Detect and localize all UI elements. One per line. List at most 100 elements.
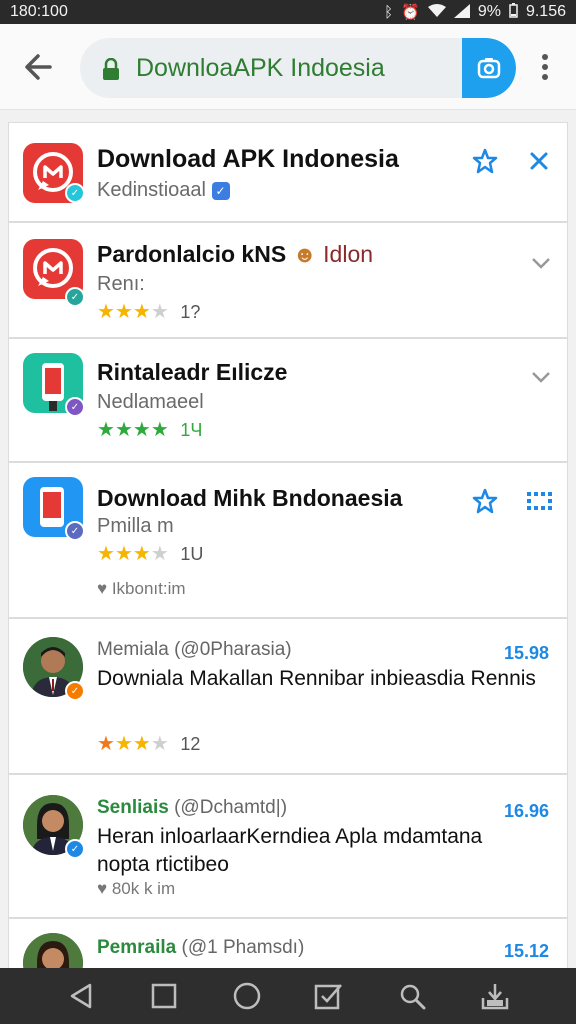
chevron-down-icon xyxy=(532,372,550,383)
avatar xyxy=(23,933,83,968)
meta-text: Ikbonıt:im xyxy=(111,579,186,598)
verified-badge-icon: ✓ xyxy=(65,681,85,701)
lock-icon xyxy=(103,58,119,80)
chevron-down-icon xyxy=(532,258,550,269)
expand-button[interactable] xyxy=(525,247,557,279)
star-icon: ★ xyxy=(97,301,115,323)
star-icon: ★ xyxy=(114,733,133,755)
back-nav-button[interactable] xyxy=(61,976,101,1016)
status-time: 180:100 xyxy=(10,3,68,20)
star-icon: ★ xyxy=(97,733,115,755)
home-nav-button[interactable] xyxy=(227,976,267,1016)
app-developer: Kedinstioaal ✓ xyxy=(97,179,230,202)
post-text: Downiala Makallan Rennibar inbieasdia Re… xyxy=(97,667,536,690)
rating-count: 1U xyxy=(180,544,204,564)
grid-dots-icon xyxy=(527,492,552,510)
star-icon: ★ xyxy=(150,419,169,441)
star-icon: ★ xyxy=(114,543,133,565)
author-handle: (@1 Phamsdı) xyxy=(181,937,305,958)
app-title-extra: Idlon xyxy=(323,241,374,267)
camera-search-button[interactable] xyxy=(462,38,516,98)
circle-home-icon xyxy=(233,982,260,1010)
favorite-button[interactable] xyxy=(469,485,501,517)
heart-icon: ♥ xyxy=(97,879,108,898)
developer-name: Kedinstioaal xyxy=(97,179,206,201)
download-nav-button[interactable] xyxy=(475,976,515,1016)
wifi-icon xyxy=(427,3,446,21)
post-author: Senliais (@Dchamtd|) xyxy=(97,797,287,819)
alarm-icon: ⏰ xyxy=(401,3,420,21)
more-dot-icon xyxy=(542,64,548,70)
download-tray-icon xyxy=(481,984,508,1010)
search-nav-button[interactable] xyxy=(392,976,432,1016)
top-bar: DownloaAPK Indoesia xyxy=(0,24,576,110)
check-square-icon xyxy=(315,984,343,1010)
navigation-bar xyxy=(0,968,576,1024)
rating-stars: ★★★★ 1U xyxy=(97,541,203,566)
star-icon: ★ xyxy=(150,543,169,565)
post-text: Heran inloarlaarKerndiea Apla mdamtana n… xyxy=(97,825,483,876)
verified-badge-icon: ✓ xyxy=(65,839,85,859)
star-icon: ★ xyxy=(132,419,151,441)
rating-count: 12 xyxy=(180,734,201,754)
rating-stars: ★★★★ 1Ч xyxy=(97,417,202,442)
post-author: Pemraila (@1 Phamsdı) xyxy=(97,937,304,959)
app-meta: ♥ Ikbonıt:im xyxy=(97,579,186,599)
post-price: 16.96 xyxy=(503,801,549,821)
star-icon xyxy=(472,148,498,174)
close-button[interactable] xyxy=(523,145,555,177)
author-handle: (@Dchamtd|) xyxy=(174,797,288,818)
post-card[interactable]: Pemraila (@1 Phamsdı) 15.12 xyxy=(8,918,568,968)
app-card[interactable]: ✓ Rintaleadr Eılicze Nedlamaeel ★★★★ 1Ч xyxy=(8,338,568,462)
post-price: 15.98 xyxy=(503,643,549,663)
post-price: 15.12 xyxy=(503,941,549,961)
meta-text: 80k k im xyxy=(111,879,176,898)
author-name: Pemraila xyxy=(97,937,177,958)
close-icon xyxy=(530,152,548,170)
search-input[interactable]: DownloaAPK Indoesia xyxy=(80,38,516,98)
search-icon xyxy=(400,984,426,1010)
emoji-icon: ☻ xyxy=(292,241,317,267)
search-text: DownloaAPK Indoesia xyxy=(136,54,385,82)
post-meta: ♥ 80k k im xyxy=(97,879,175,899)
expand-button[interactable] xyxy=(525,361,557,393)
star-icon: ★ xyxy=(150,301,169,323)
arrow-left-icon xyxy=(25,54,52,80)
battery-icon xyxy=(509,3,518,21)
app-developer: Nedlamaeel xyxy=(97,391,204,413)
star-icon: ★ xyxy=(97,543,115,565)
app-card[interactable]: ✓ Download APK Indonesia Kedinstioaal ✓ xyxy=(8,122,568,222)
more-options-button[interactable] xyxy=(530,50,560,84)
grid-button[interactable] xyxy=(523,485,555,517)
post-card[interactable]: ✓ Memiala (@0Pharasia) 15.98 Downiala Ma… xyxy=(8,618,568,774)
battery-percent: 9% xyxy=(477,3,501,20)
app-title: Download APK Indonesia xyxy=(97,145,399,173)
app-card[interactable]: ✓ Pardonlalcio kNS ☻ Idlon Renı: ★★★★ 1? xyxy=(8,222,568,338)
rating-stars: ★★★★ 12 xyxy=(97,731,200,756)
app-card[interactable]: ✓ Download Mihk Bndonaesia Pmilla m ★★★★… xyxy=(8,462,568,618)
recents-nav-button[interactable] xyxy=(144,976,184,1016)
status-clock: 9.156 xyxy=(525,3,566,20)
star-icon: ★ xyxy=(114,419,133,441)
author-name: Senliais xyxy=(97,797,169,818)
more-dot-icon xyxy=(542,74,548,80)
star-icon: ★ xyxy=(97,419,115,441)
app-title: Download Mihk Bndonaesia xyxy=(97,485,403,511)
camera-icon xyxy=(477,58,501,79)
back-button[interactable] xyxy=(20,48,58,86)
status-bar: 180:100 ᛒ ⏰ 9% 9.156 xyxy=(0,0,576,24)
app-developer: Renı: xyxy=(97,273,145,295)
checkbox-nav-button[interactable] xyxy=(309,976,349,1016)
more-dot-icon xyxy=(542,54,548,60)
star-icon: ★ xyxy=(132,733,151,755)
star-icon: ★ xyxy=(132,543,151,565)
app-title: Rintaleadr Eılicze xyxy=(97,359,288,385)
bluetooth-icon: ᛒ xyxy=(384,3,394,21)
app-title-text: Pardonlalcio kNS xyxy=(97,241,287,267)
post-card[interactable]: ✓ Senliais (@Dchamtd|) 16.96 Heran inloa… xyxy=(8,774,568,918)
favorite-button[interactable] xyxy=(469,145,501,177)
star-icon: ★ xyxy=(150,733,169,755)
status-icons: ᛒ ⏰ 9% 9.156 xyxy=(384,3,566,21)
verified-badge-icon: ✓ xyxy=(65,397,85,417)
verified-icon: ✓ xyxy=(211,181,230,200)
